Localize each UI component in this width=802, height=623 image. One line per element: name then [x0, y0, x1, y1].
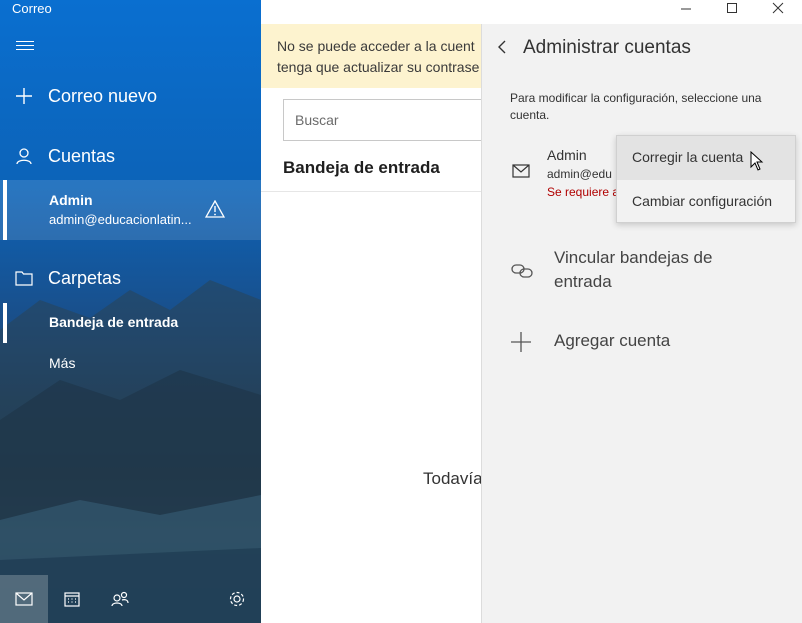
- account-error-banner[interactable]: No se puede acceder a la cuent tenga que…: [261, 24, 482, 88]
- empty-state-text: Todavía: [423, 469, 483, 488]
- message-list-pane: No se puede acceder a la cuent tenga que…: [261, 0, 493, 623]
- selection-indicator: [3, 180, 7, 240]
- manage-accounts-panel: Administrar cuentas Para modificar la co…: [481, 24, 802, 623]
- panel-title: Administrar cuentas: [523, 37, 691, 58]
- folders-label: Carpetas: [48, 267, 122, 288]
- close-icon: [772, 2, 784, 14]
- banner-line-2: tenga que actualizar su contrase: [277, 59, 480, 75]
- menu-item-fix-account[interactable]: Corregir la cuenta: [617, 136, 795, 180]
- hamburger-icon[interactable]: [16, 38, 34, 54]
- panel-description: Para modificar la configuración, selecci…: [510, 91, 762, 122]
- accounts-header[interactable]: Cuentas: [0, 142, 261, 170]
- minimize-button[interactable]: [663, 0, 709, 16]
- maximize-button[interactable]: [709, 0, 755, 16]
- link-inboxes-label: Vincular bandejas de entrada: [554, 248, 713, 291]
- accounts-label: Cuentas: [48, 145, 116, 166]
- search-input[interactable]: Buscar: [283, 99, 493, 141]
- bottom-toolbar: [0, 575, 261, 623]
- mail-icon: [512, 164, 530, 183]
- link-icon: [510, 262, 534, 285]
- mail-icon[interactable]: [0, 575, 48, 623]
- selection-indicator: [3, 303, 7, 343]
- inbox-label: Bandeja de entrada: [49, 314, 179, 330]
- maximize-icon: [727, 3, 737, 13]
- account-context-menu: Corregir la cuenta Cambiar configuración: [616, 135, 796, 223]
- calendar-icon[interactable]: [48, 575, 96, 623]
- mouse-pointer-icon: [750, 150, 764, 176]
- add-account-label: Agregar cuenta: [554, 331, 671, 350]
- folder-title: Bandeja de entrada: [283, 158, 440, 177]
- folders-header[interactable]: Carpetas: [0, 264, 261, 292]
- add-account-button[interactable]: Agregar cuenta: [482, 327, 802, 363]
- account-name: Admin: [49, 192, 93, 208]
- app-title: Correo: [12, 1, 52, 16]
- gear-icon[interactable]: [213, 575, 261, 623]
- minimize-icon: [681, 8, 691, 10]
- account-email: admin@educacionlatin...: [49, 212, 192, 227]
- new-mail-label: Correo nuevo: [48, 85, 158, 106]
- account-entry-name: Admin: [547, 147, 587, 163]
- folder-icon: [0, 270, 48, 286]
- account-entry-email: admin@edu: [547, 167, 612, 181]
- banner-line-1: No se puede acceder a la cuent: [277, 38, 475, 54]
- menu-item-change-settings[interactable]: Cambiar configuración: [617, 180, 795, 224]
- link-inboxes-button[interactable]: Vincular bandejas de entrada: [482, 246, 802, 302]
- plus-icon: [0, 87, 48, 105]
- new-mail-button[interactable]: Correo nuevo: [0, 82, 261, 110]
- plus-icon: [510, 331, 532, 358]
- warning-icon: [204, 199, 226, 223]
- navigation-pane: Correo Correo nuevo Cuentas Admin admin@…: [0, 0, 261, 623]
- people-icon[interactable]: [96, 575, 144, 623]
- divider: [261, 191, 482, 192]
- close-button[interactable]: [755, 0, 801, 16]
- folder-item-more[interactable]: Más: [49, 355, 75, 371]
- back-arrow-icon[interactable]: [497, 40, 507, 59]
- person-icon: [0, 147, 48, 165]
- folder-item-inbox[interactable]: Bandeja de entrada: [0, 303, 261, 343]
- account-entry-error: Se requiere a: [547, 185, 620, 199]
